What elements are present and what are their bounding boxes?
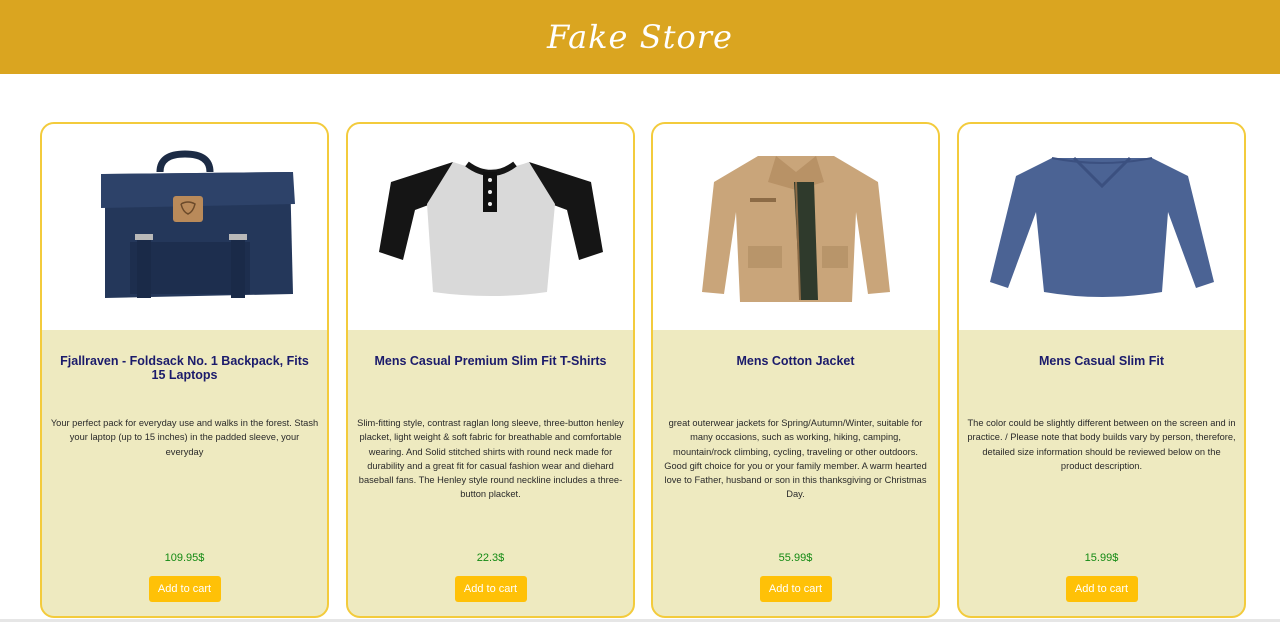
jacket-image (701, 156, 890, 302)
product-description: The color could be slightly different be… (967, 418, 1236, 471)
product-card: Mens Casual Slim Fit The color could be … (957, 122, 1246, 618)
product-price: 15.99$ (1084, 552, 1119, 564)
product-title[interactable]: Mens Casual Premium Slim Fit T-Shirts (366, 354, 615, 368)
product-image-area[interactable] (348, 124, 633, 330)
product-grid: Fjallraven - Foldsack No. 1 Backpack, Fi… (40, 122, 1246, 618)
product-title[interactable]: Mens Casual Slim Fit (977, 354, 1226, 368)
add-to-cart-button[interactable]: Add to cart (1065, 576, 1138, 602)
product-image-area[interactable] (653, 124, 938, 330)
product-image-area[interactable] (959, 124, 1244, 330)
product-card: Fjallraven - Foldsack No. 1 Backpack, Fi… (40, 122, 329, 618)
product-title[interactable]: Fjallraven - Foldsack No. 1 Backpack, Fi… (60, 354, 309, 382)
site-header: Fake Store (0, 0, 1280, 74)
product-description: Your perfect pack for everyday use and w… (50, 418, 319, 457)
product-card: Mens Casual Premium Slim Fit T-Shirts Sl… (346, 122, 635, 618)
add-to-cart-button[interactable]: Add to cart (759, 576, 832, 602)
product-price: 22.3$ (476, 552, 505, 564)
longsleeve-image (989, 156, 1214, 297)
product-description: great outerwear jackets for Spring/Autum… (664, 418, 927, 500)
product-title[interactable]: Mens Cotton Jacket (671, 354, 920, 368)
product-price: 55.99$ (778, 552, 813, 564)
backpack-image (100, 150, 295, 298)
product-card: Mens Cotton Jacket great outerwear jacke… (651, 122, 940, 618)
product-price: 109.95$ (164, 552, 205, 564)
add-to-cart-button[interactable]: Add to cart (148, 576, 221, 602)
product-description: Slim-fitting style, contrast raglan long… (357, 418, 624, 500)
site-title: Fake Store (547, 18, 733, 56)
tshirt-image (378, 161, 603, 296)
add-to-cart-button[interactable]: Add to cart (454, 576, 527, 602)
product-image-area[interactable] (42, 124, 327, 330)
